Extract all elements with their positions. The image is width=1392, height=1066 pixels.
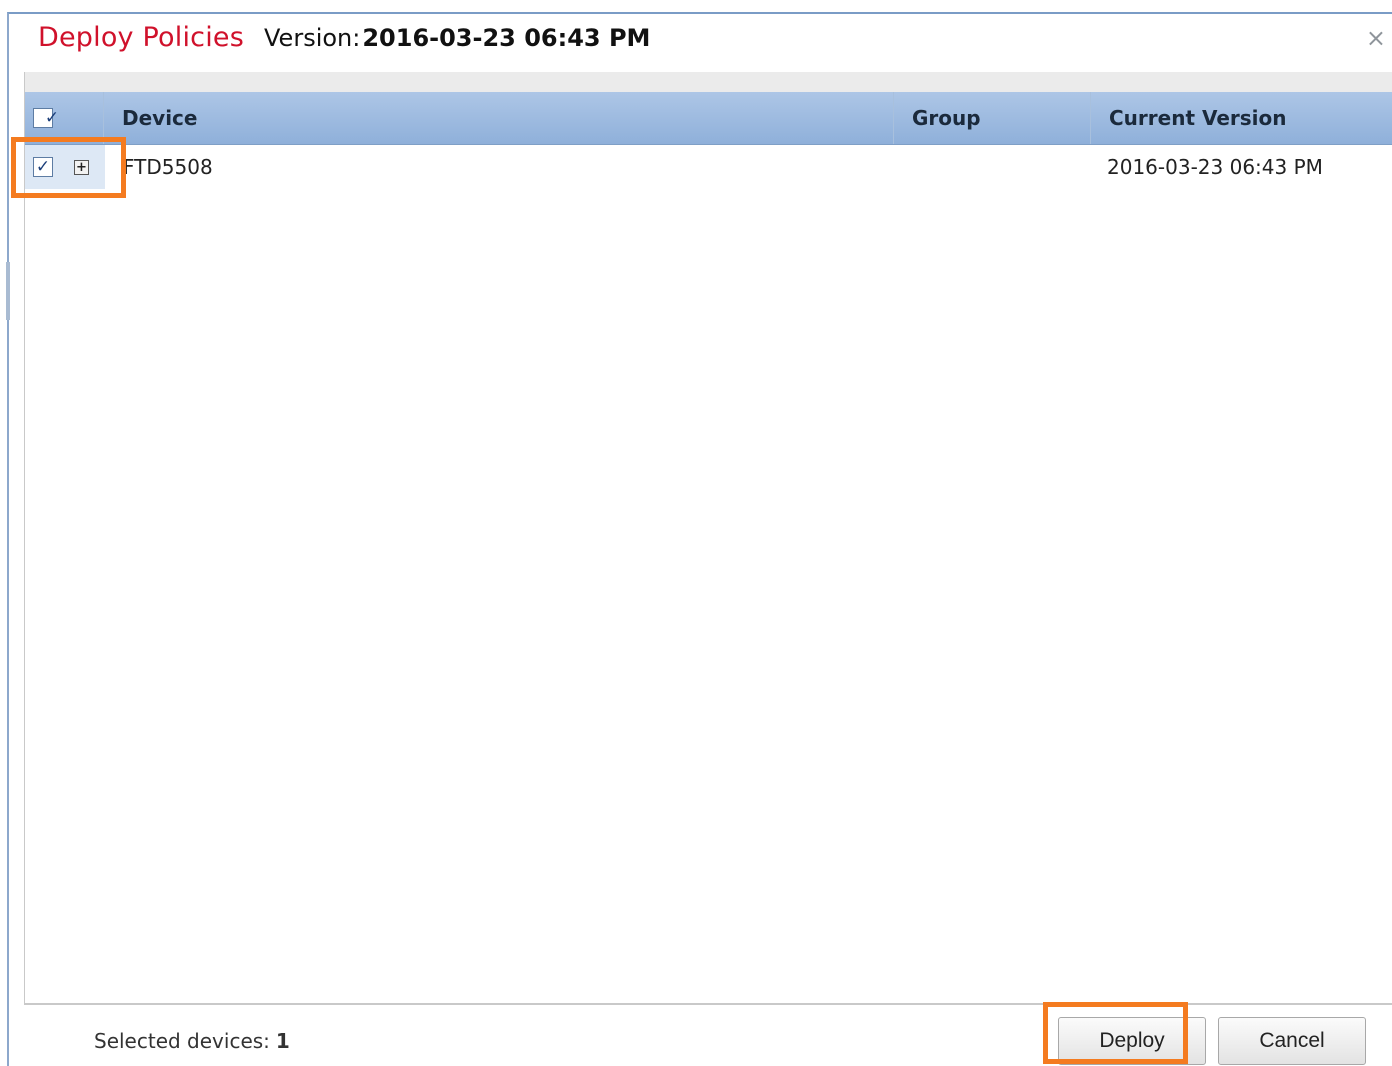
grid-header-row: ✓ Device Group Current Version <box>25 92 1392 145</box>
selected-devices-count: 1 <box>275 1029 290 1053</box>
deploy-button[interactable]: Deploy <box>1058 1017 1206 1065</box>
close-icon[interactable]: × <box>1366 26 1386 50</box>
header-select-cell: ✓ <box>25 92 103 144</box>
column-header-current-version[interactable]: Current Version <box>1090 92 1392 144</box>
side-marker <box>6 262 10 320</box>
checkbox-checked-icon: ✓ <box>44 107 60 128</box>
column-header-group[interactable]: Group <box>893 92 1091 144</box>
selected-devices-summary: Selected devices: 1 <box>94 1029 290 1053</box>
row-checkbox[interactable]: ✓ <box>33 145 53 189</box>
dialog-header: Deploy Policies Version: 2016-03-23 06:4… <box>38 22 650 66</box>
version-label: Version: <box>264 24 361 52</box>
current-version-cell: 2016-03-23 06:43 PM <box>1107 155 1323 179</box>
dialog-title: Deploy Policies <box>38 22 244 53</box>
cancel-button[interactable]: Cancel <box>1218 1017 1366 1065</box>
select-all-checkbox[interactable]: ✓ <box>33 108 59 128</box>
row-expand-button[interactable]: + <box>74 145 89 189</box>
grid-toolbar-strip <box>25 72 1392 92</box>
version-value: 2016-03-23 06:43 PM <box>362 24 651 52</box>
expand-plus-icon: + <box>76 159 87 175</box>
checkbox-checked-icon: ✓ <box>35 156 51 177</box>
table-row[interactable]: ✓ + FTD5508 2016-03-23 06:43 PM <box>25 145 1392 189</box>
column-header-device[interactable]: Device <box>103 92 894 144</box>
device-grid: ✓ Device Group Current Version ✓ + FTD55… <box>24 72 1392 1005</box>
selected-devices-label: Selected devices: <box>94 1029 270 1053</box>
device-name-cell: FTD5508 <box>123 155 213 179</box>
